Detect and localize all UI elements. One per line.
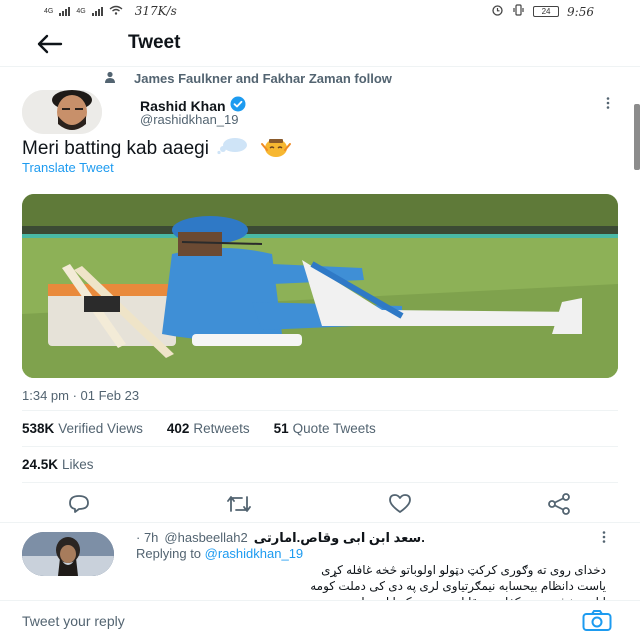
signal-label-1: 4G	[44, 7, 54, 15]
social-context-text: James Faulkner and Fakhar Zaman follow	[134, 71, 392, 86]
tweet-timestamp[interactable]: 1:34 pm · 01 Feb 23	[22, 388, 139, 403]
reply-author-name[interactable]: سعد ابن ابی وقاص.امارتی.	[254, 530, 425, 546]
translate-tweet-link[interactable]: Translate Tweet	[22, 160, 114, 175]
tweet-actions	[0, 486, 640, 520]
arrow-left-icon	[37, 34, 63, 54]
share-icon	[548, 493, 570, 515]
reply-text-line: دخدای روی ته وګوری کرکټ دټولو اولوباتو څ…	[321, 563, 606, 577]
person-icon	[104, 71, 116, 86]
reply-button[interactable]	[62, 491, 96, 517]
quotes-count: 51	[273, 421, 289, 436]
likes-count: 24.5K	[22, 457, 59, 472]
reply-icon	[69, 495, 89, 513]
status-bar: 4G 4G 317K/s 24 9:56	[0, 0, 640, 22]
likes-label: Likes	[62, 457, 94, 472]
stats-divider	[22, 410, 618, 411]
retweet-icon	[227, 496, 251, 512]
share-button[interactable]	[542, 491, 576, 517]
clock: 9:56	[567, 4, 594, 19]
avatar[interactable]	[22, 90, 102, 134]
retweet-button[interactable]	[222, 491, 256, 517]
battery-level: 24	[541, 7, 551, 16]
bowing-face-emoji	[259, 134, 293, 164]
scrollbar[interactable]	[634, 104, 640, 170]
tweet-author: Rashid Khan @rashidkhan_19	[22, 90, 622, 136]
thought-bubble-emoji	[217, 137, 251, 161]
like-button[interactable]	[383, 491, 417, 517]
reply-time: · 7h	[136, 530, 159, 545]
reply-text-line: یاست دانظام بیحسابه نیمګرتیاوی لری په دی…	[310, 579, 606, 593]
battery-icon: 24	[533, 6, 560, 17]
reply-author-handle[interactable]: @hasbeellah2	[164, 530, 247, 546]
avatar[interactable]	[22, 532, 114, 576]
stats-divider	[22, 482, 618, 483]
views-stat[interactable]: 538K Verified Views	[22, 421, 143, 436]
likes-stat[interactable]: 24.5K Likes	[22, 457, 94, 472]
camera-button[interactable]	[582, 610, 612, 632]
retweets-label: Retweets	[193, 421, 250, 436]
replying-prefix: Replying to	[136, 546, 202, 561]
quotes-label: Quote Tweets	[292, 421, 376, 436]
signal-label-2: 4G	[76, 7, 86, 15]
camera-icon	[582, 610, 612, 631]
reply-composer: Tweet your reply	[0, 600, 640, 640]
page-title: Tweet	[128, 32, 181, 53]
retweets-count: 402	[166, 421, 190, 436]
signal-icon	[59, 6, 71, 16]
signal-icon	[91, 6, 103, 16]
like-icon	[389, 494, 411, 513]
reply-input[interactable]: Tweet your reply	[22, 613, 125, 629]
retweets-stat[interactable]: 402 Retweets	[167, 421, 250, 436]
quote-tweets-stat[interactable]: 51 Quote Tweets	[274, 421, 376, 436]
more-options-icon[interactable]	[606, 96, 610, 112]
actions-divider	[0, 522, 640, 523]
top-bar: Tweet	[0, 24, 640, 64]
vibrate-icon	[512, 4, 525, 19]
author-handle[interactable]: @rashidkhan_19	[140, 112, 238, 127]
replying-handle[interactable]: @rashidkhan_19	[205, 546, 303, 561]
header-divider	[0, 66, 640, 67]
alarm-icon	[491, 4, 504, 19]
replying-to: Replying to @rashidkhan_19	[136, 546, 303, 561]
stats-divider	[22, 446, 618, 447]
tweet-body: Meri batting kab aaegi	[22, 138, 209, 159]
network-speed: 317K/s	[134, 4, 177, 18]
wifi-icon	[109, 5, 123, 18]
back-button[interactable]	[34, 30, 64, 58]
tweet-stats: 538K Verified Views 402 Retweets 51 Quote T…	[22, 421, 376, 436]
views-label: Verified Views	[58, 421, 143, 436]
more-options-icon[interactable]	[602, 530, 606, 546]
reply-tweet[interactable]: · 7h @hasbeellah2 سعد ابن ابی وقاص.امارت…	[0, 526, 640, 604]
social-context[interactable]: James Faulkner and Fakhar Zaman follow	[104, 71, 392, 86]
views-count: 538K	[22, 421, 55, 436]
tweet-photo[interactable]	[22, 194, 618, 378]
